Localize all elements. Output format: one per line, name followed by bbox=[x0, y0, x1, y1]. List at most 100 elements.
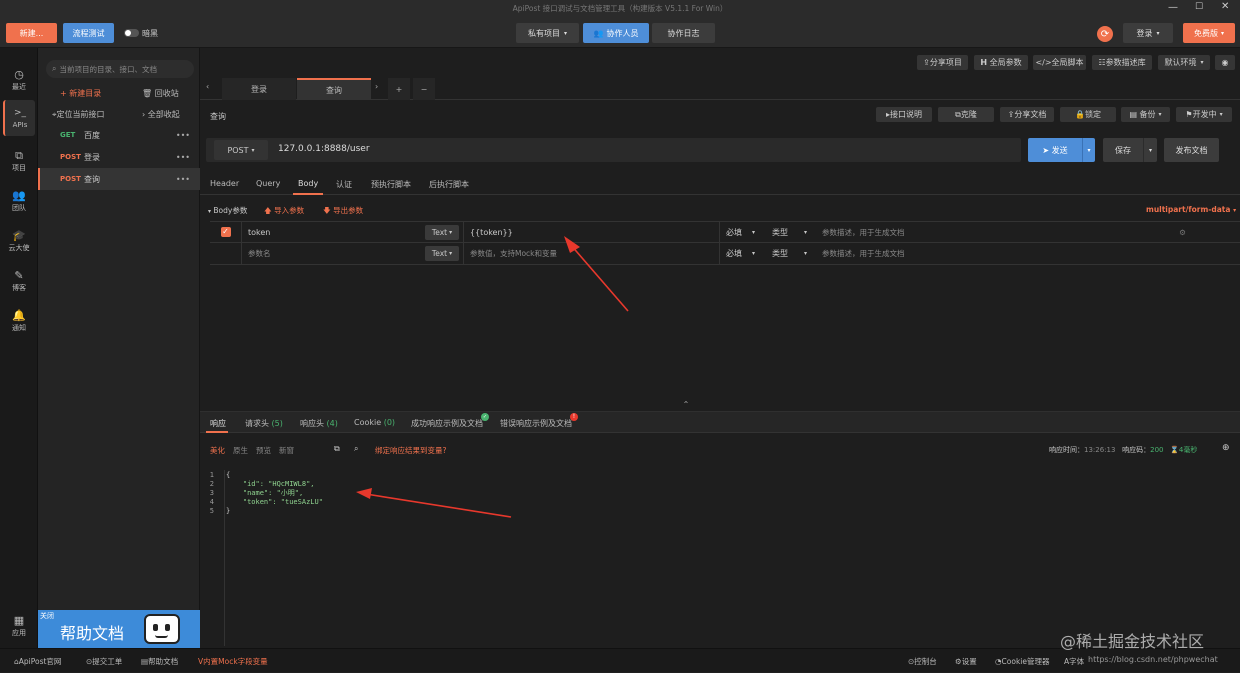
resp-tab-success-examples[interactable]: 成功响应示例及文档 bbox=[411, 418, 483, 429]
help-doc-link[interactable]: ▤ 帮助文档 bbox=[141, 649, 178, 673]
help-doc-banner[interactable]: 关闭 帮助文档 bbox=[38, 610, 200, 648]
method-select[interactable]: POST ▾ bbox=[214, 140, 268, 160]
global-params-button[interactable]: H 全局参数 bbox=[974, 55, 1028, 70]
copy-icon[interactable]: ⧉ bbox=[334, 444, 340, 454]
sidebar-item-recent[interactable]: ◷ 最近 bbox=[0, 62, 38, 98]
tree-item[interactable]: GET 百度 ••• bbox=[38, 124, 200, 146]
login-button[interactable]: 登录 ▾ bbox=[1123, 23, 1173, 43]
banner-close-button[interactable]: 关闭 bbox=[40, 611, 54, 621]
settings-button[interactable]: ⚙ 设置 bbox=[955, 649, 977, 673]
param-type-select[interactable]: Text ▾ bbox=[425, 225, 459, 240]
param-desc-cell[interactable]: 参数描述，用于生成文档 bbox=[816, 243, 1190, 264]
caret-down-icon[interactable]: ▾ bbox=[1082, 138, 1095, 162]
sidebar-item-ambassador[interactable]: 🎓 云大使 bbox=[0, 223, 38, 259]
param-kind-select[interactable]: 类型 ▾ bbox=[766, 222, 816, 242]
minimize-icon[interactable]: — bbox=[1168, 2, 1178, 13]
clone-button[interactable]: ⧉ 克隆 bbox=[938, 107, 994, 122]
backup-button[interactable]: ▤ 备份 ▾ bbox=[1121, 107, 1170, 122]
private-project-button[interactable]: 私有项目 ▾ bbox=[516, 23, 579, 43]
param-required-select[interactable]: 必填 ▾ bbox=[720, 222, 766, 242]
collaborators-button[interactable]: 👥 协作人员 bbox=[583, 23, 649, 43]
sidebar-item-apps[interactable]: ▦ 应用 bbox=[0, 608, 38, 644]
resp-tab-req-headers[interactable]: 请求头 (5) bbox=[245, 418, 283, 429]
chevron-up-icon[interactable]: ⌃ bbox=[680, 400, 692, 410]
param-value-cell[interactable]: 参数值，支持Mock和变量 bbox=[464, 243, 720, 264]
recycle-bin-button[interactable]: 🗑 回收站 bbox=[142, 88, 179, 99]
new-button[interactable]: 新建... bbox=[6, 23, 57, 43]
add-icon[interactable]: ⊕ bbox=[1222, 443, 1230, 453]
maximize-icon[interactable]: ☐ bbox=[1195, 2, 1203, 12]
tab-query[interactable]: 查询 bbox=[297, 78, 371, 100]
response-body[interactable]: 1{ 2 "id": "HQcMIWL8", 3 "name": "小明", 4… bbox=[200, 470, 1240, 646]
locate-button[interactable]: ⌖定位当前接口 bbox=[52, 109, 105, 120]
view-beautify[interactable]: 美化 bbox=[210, 445, 225, 459]
publish-doc-button[interactable]: 发布文档 bbox=[1164, 138, 1219, 162]
tree-item-active[interactable]: POST 查询 ••• bbox=[38, 168, 200, 190]
send-button[interactable]: ➤ 发送 ▾ bbox=[1028, 138, 1095, 162]
export-params-button[interactable]: 🡇 导出参数 bbox=[323, 205, 363, 218]
sidebar-item-apis[interactable]: >_ APIs bbox=[3, 100, 35, 136]
more-icon[interactable]: ••• bbox=[176, 175, 190, 184]
collab-log-button[interactable]: 协作日志 bbox=[652, 23, 715, 43]
caret-down-icon[interactable]: ▾ bbox=[1143, 138, 1157, 162]
subtab-query[interactable]: Query bbox=[256, 179, 280, 188]
param-kind-select[interactable]: 类型 ▾ bbox=[766, 243, 816, 264]
new-dir-button[interactable]: + 新建目录 bbox=[60, 88, 101, 99]
collapse-all-button[interactable]: › 全部收起 bbox=[142, 109, 180, 120]
resp-tab-error-examples[interactable]: 错误响应示例及文档 bbox=[500, 418, 572, 429]
save-button[interactable]: 保存 ▾ bbox=[1103, 138, 1157, 162]
chevron-left-icon[interactable]: ‹ bbox=[206, 82, 209, 91]
global-script-button[interactable]: </> 全局脚本 bbox=[1033, 55, 1086, 70]
panel-splitter[interactable]: ⌃ bbox=[200, 400, 1240, 412]
free-version-button[interactable]: 免费版 ▾ bbox=[1183, 23, 1235, 43]
dark-mode-toggle[interactable] bbox=[124, 29, 139, 37]
param-value-cell[interactable]: {{token}} bbox=[464, 222, 720, 242]
subtab-body[interactable]: Body bbox=[298, 179, 318, 188]
view-new-window[interactable]: 新窗 bbox=[279, 445, 294, 459]
close-tabs-button[interactable]: − bbox=[413, 78, 435, 100]
subtab-pre-script[interactable]: 预执行脚本 bbox=[371, 179, 411, 190]
view-preview[interactable]: 预览 bbox=[256, 445, 271, 459]
checkbox-checked-icon[interactable]: ✓ bbox=[220, 227, 231, 237]
eye-icon[interactable]: ◉ bbox=[1215, 55, 1235, 70]
sidebar-item-project[interactable]: ⧉ 项目 bbox=[0, 143, 38, 179]
sync-icon[interactable]: ⟳ bbox=[1097, 26, 1113, 42]
bind-var-link[interactable]: 绑定响应结果到变量? bbox=[375, 445, 446, 456]
chevron-right-icon[interactable]: › bbox=[375, 82, 378, 91]
content-type-select[interactable]: multipart/form-data ▾ bbox=[1146, 205, 1236, 214]
view-raw[interactable]: 原生 bbox=[233, 445, 248, 459]
submit-ticket-link[interactable]: ⊙ 提交工单 bbox=[86, 649, 122, 673]
subtab-header[interactable]: Header bbox=[210, 179, 239, 188]
resp-tab-cookie[interactable]: Cookie (0) bbox=[354, 418, 395, 427]
lock-button[interactable]: 🔒 锁定 bbox=[1060, 107, 1116, 122]
dev-status-select[interactable]: ⚑ 开发中 ▾ bbox=[1176, 107, 1232, 122]
flow-test-button[interactable]: 流程测试 bbox=[63, 23, 114, 43]
resp-tab-resp-headers[interactable]: 响应头 (4) bbox=[300, 418, 338, 429]
param-name-cell[interactable]: token Text ▾ bbox=[242, 222, 464, 242]
request-name[interactable]: 查询 bbox=[210, 111, 226, 122]
param-required-select[interactable]: 必填 ▾ bbox=[720, 243, 766, 264]
param-desc-cell[interactable]: 参数描述，用于生成文档 ⚙ bbox=[816, 222, 1190, 242]
font-size-button[interactable]: A 字体 bbox=[1064, 649, 1084, 673]
body-params-toggle[interactable]: ▾ Body参数 bbox=[208, 205, 247, 216]
cookie-manager-button[interactable]: ◔ Cookie管理器 bbox=[995, 649, 1050, 673]
resp-tab-response[interactable]: 响应 bbox=[210, 418, 226, 429]
sidebar-item-notify[interactable]: 🔔 通知 bbox=[0, 303, 38, 339]
env-select[interactable]: 默认环境 ▾ bbox=[1158, 55, 1210, 70]
subtab-post-script[interactable]: 后执行脚本 bbox=[429, 179, 469, 190]
more-icon[interactable]: ••• bbox=[176, 153, 190, 162]
tree-search[interactable]: ⌕ 当前项目的目录、接口、文档 bbox=[46, 60, 194, 78]
more-icon[interactable]: ••• bbox=[176, 131, 190, 140]
add-tab-button[interactable]: + bbox=[388, 78, 410, 100]
param-name-cell[interactable]: 参数名 Text ▾ bbox=[242, 243, 464, 264]
import-params-button[interactable]: 🡅 导入参数 bbox=[264, 205, 304, 218]
share-project-button[interactable]: ⇪ 分享项目 bbox=[917, 55, 968, 70]
param-type-select[interactable]: Text ▾ bbox=[425, 246, 459, 261]
param-desc-lib-button[interactable]: ☷ 参数描述库 bbox=[1092, 55, 1152, 70]
sidebar-item-team[interactable]: 👥 团队 bbox=[0, 183, 38, 219]
console-button[interactable]: ⊙ 控制台 bbox=[908, 649, 937, 673]
url-input[interactable]: 127.0.0.1:8888/user bbox=[278, 144, 370, 154]
api-doc-button[interactable]: ▸ 接口说明 bbox=[876, 107, 932, 122]
mock-vars-link[interactable]: V 内置Mock字段变量 bbox=[198, 649, 268, 673]
share-doc-button[interactable]: ⇪ 分享文档 bbox=[1000, 107, 1054, 122]
